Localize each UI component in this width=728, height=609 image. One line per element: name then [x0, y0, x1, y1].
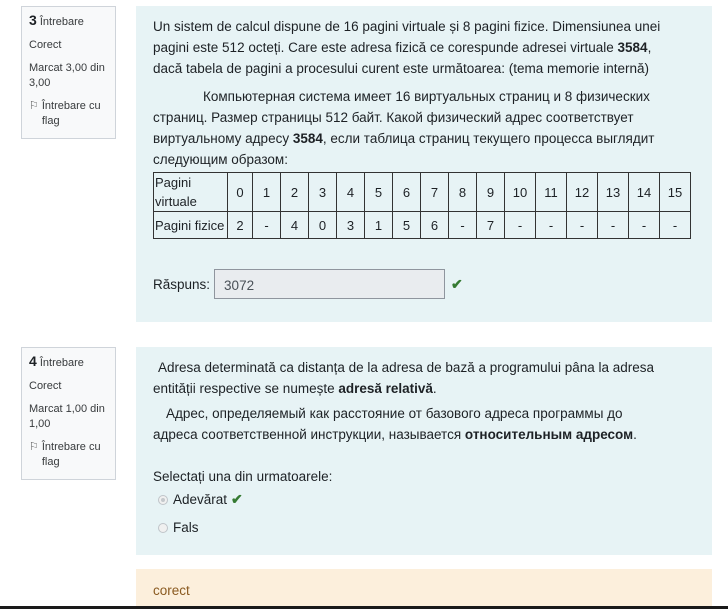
row-header-virtual: Pagini virtuale [153, 172, 228, 212]
table-cell-physical: - [535, 211, 567, 239]
table-cell-virtual: 15 [659, 172, 691, 212]
table-cell-physical: - [504, 211, 536, 239]
table-cell-physical: 5 [392, 211, 421, 239]
table-cell-virtual: 12 [566, 172, 598, 212]
question-text-ru: Компьютерная система имеет 16 виртуальны… [153, 89, 655, 167]
flag-question-link[interactable]: ⚐ Întrebare cu flag [29, 99, 108, 129]
table-cell-physical: 6 [420, 211, 449, 239]
option-false-label: Fals [173, 520, 199, 535]
feedback-box: corect [136, 569, 712, 609]
question-number: 4 [29, 353, 37, 369]
table-cell-virtual: 3 [308, 172, 337, 212]
table-cell-physical: 7 [476, 211, 505, 239]
feedback-text: corect [153, 583, 190, 598]
table-cell-virtual: 5 [364, 172, 393, 212]
question-mark: Marcat 1,00 din 1,00 [29, 403, 105, 430]
table-cell-virtual: 6 [392, 172, 421, 212]
question-label: Întrebare [39, 357, 84, 369]
question-4-content: Adresa determinată ca distanța de la adr… [136, 347, 712, 555]
correct-check-icon: ✔ [231, 491, 243, 507]
page-table: Pagini virtuale 0 1 2 3 4 5 6 7 8 9 10 11 12 13 14 15 P… [153, 172, 691, 239]
table-cell-virtual: 8 [448, 172, 477, 212]
table-cell-virtual: 4 [336, 172, 365, 212]
answer-prompt: Selectați una din urmatoarele: [153, 469, 333, 484]
question-3-content: Un sistem de calcul dispune de 16 pagini… [136, 6, 712, 322]
table-cell-physical: - [659, 211, 691, 239]
question-state: Corect [29, 39, 62, 51]
table-cell-physical: 4 [280, 211, 309, 239]
table-cell-physical: - [252, 211, 281, 239]
row-header-physical: Pagini fizice [153, 211, 228, 239]
table-cell-virtual: 14 [628, 172, 660, 212]
table-row-physical: Pagini fizice 2-403156-7------ [153, 211, 691, 239]
table-cell-physical: - [628, 211, 660, 239]
question-text-ro: Adresa determinată ca distanța de la adr… [153, 360, 655, 396]
table-cell-physical: 3 [336, 211, 365, 239]
table-row-virtual: Pagini virtuale 0 1 2 3 4 5 6 7 8 9 10 11 12 13 14 15 [153, 172, 691, 212]
question-mark: Marcat 3,00 din 3,00 [29, 62, 105, 89]
correct-check-icon: ✔ [451, 275, 463, 292]
table-cell-virtual: 10 [504, 172, 536, 212]
answer-label: Răspuns: [153, 276, 211, 292]
flag-icon: ⚐ [29, 100, 39, 112]
question-number: 3 [29, 12, 37, 28]
question-3-info: 3 Întrebare Corect Marcat 3,00 din 3,00 … [21, 6, 116, 139]
option-true-label: Adevărat [173, 492, 228, 507]
table-cell-physical: 1 [364, 211, 393, 239]
radio-true[interactable] [158, 494, 168, 505]
table-cell-virtual: 7 [420, 172, 449, 212]
table-cell-virtual: 0 [227, 172, 253, 212]
question-label: Întrebare [39, 16, 84, 28]
question-text-ro: Un sistem de calcul dispune de 16 pagini… [153, 19, 661, 76]
radio-false[interactable] [158, 522, 168, 533]
table-cell-virtual: 13 [597, 172, 629, 212]
table-cell-virtual: 2 [280, 172, 309, 212]
flag-icon: ⚐ [29, 441, 39, 453]
table-cell-physical: 0 [308, 211, 337, 239]
table-cell-physical: - [448, 211, 477, 239]
question-state: Corect [29, 380, 62, 392]
option-true[interactable]: Adevărat ✔ [158, 489, 243, 510]
answer-input[interactable]: 3072 [214, 269, 446, 299]
table-cell-virtual: 11 [535, 172, 567, 212]
flag-label: Întrebare cu flag [41, 100, 101, 127]
flag-question-link[interactable]: ⚐ Întrebare cu flag [29, 440, 108, 470]
table-cell-physical: - [597, 211, 629, 239]
option-false[interactable]: Fals [158, 517, 199, 538]
table-cell-physical: 2 [227, 211, 253, 239]
flag-label: Întrebare cu flag [41, 441, 101, 468]
table-cell-physical: - [566, 211, 598, 239]
question-text-ru: Адрес, определяемый как расстояние от ба… [153, 406, 637, 442]
table-cell-virtual: 9 [476, 172, 505, 212]
answer-row: Răspuns: 3072 ✔ [153, 269, 463, 299]
question-4-info: 4 Întrebare Corect Marcat 1,00 din 1,00 … [21, 347, 116, 480]
table-cell-virtual: 1 [252, 172, 281, 212]
